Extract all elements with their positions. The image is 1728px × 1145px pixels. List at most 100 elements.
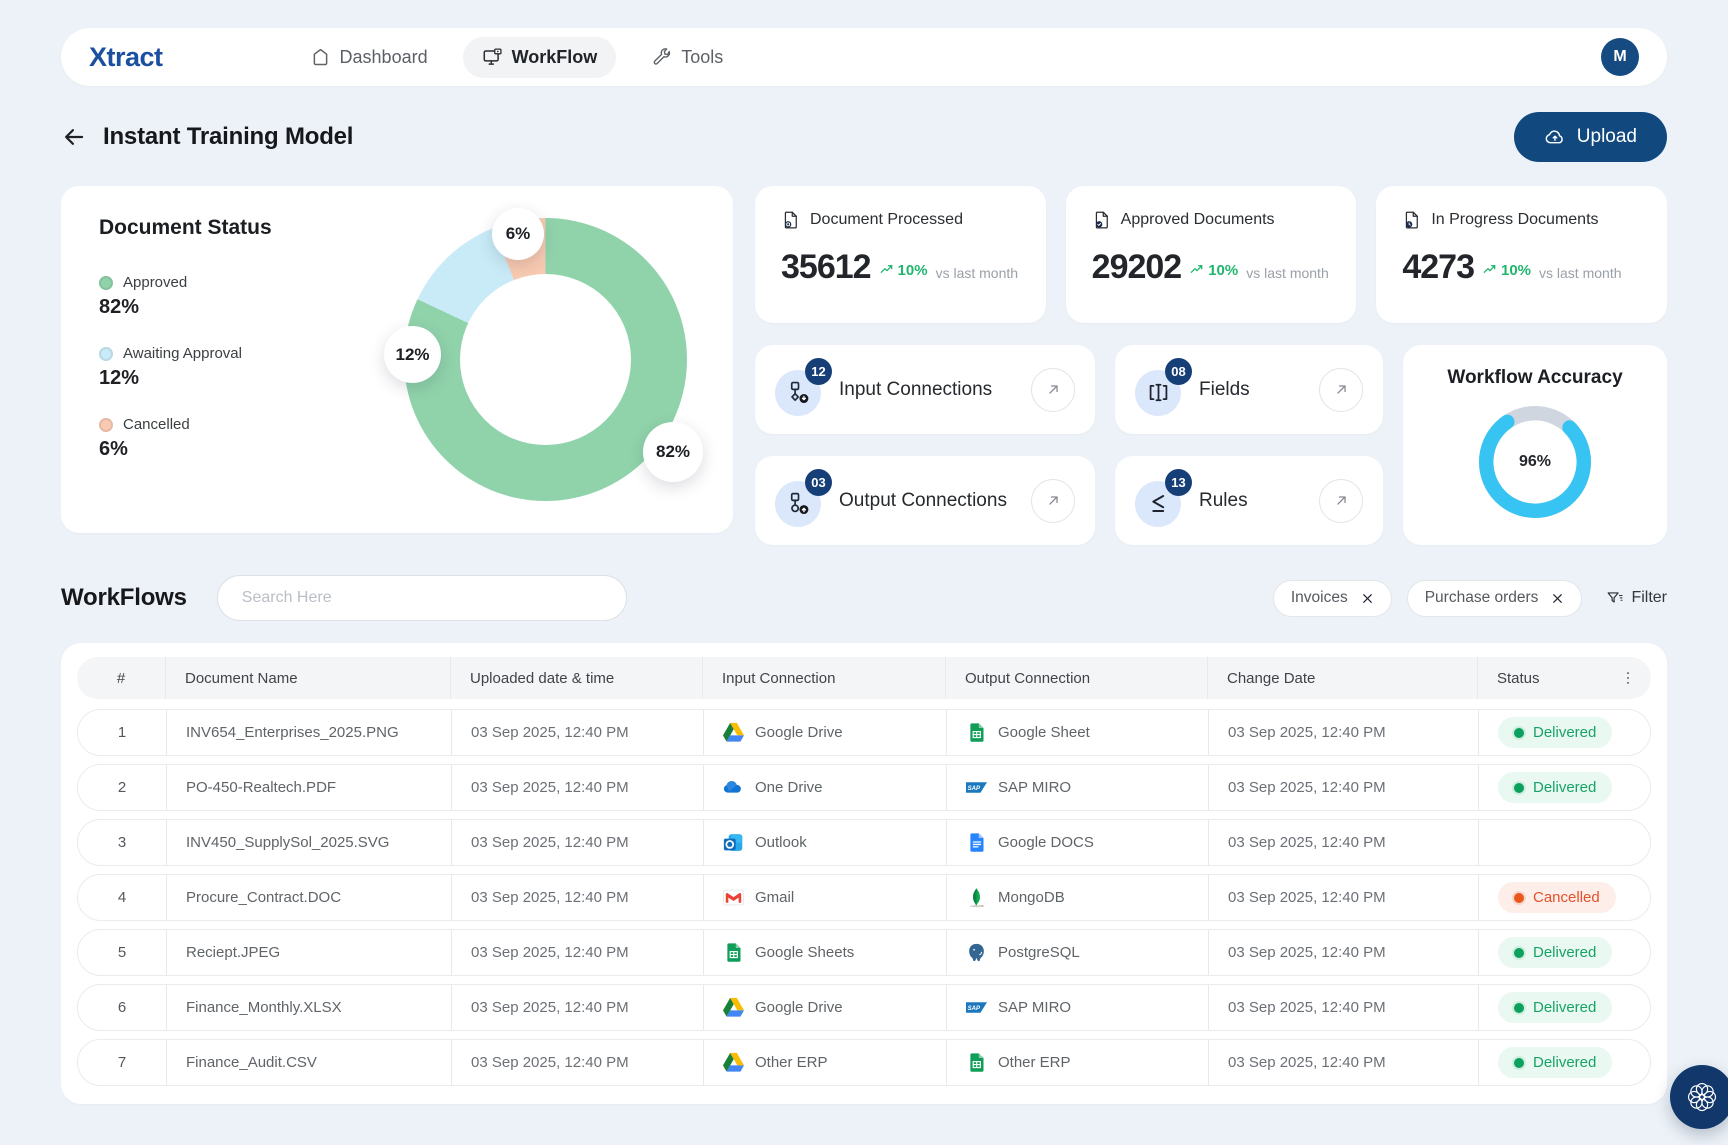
close-icon[interactable] — [1361, 592, 1374, 605]
status-badge: Delivered — [1498, 992, 1612, 1023]
rules-open-button[interactable] — [1319, 479, 1363, 523]
svg-text:SAP: SAP — [968, 1006, 981, 1012]
table-row[interactable]: 2 PO-450-Realtech.PDF 03 Sep 2025, 12:40… — [77, 764, 1651, 811]
workflow-page: Xtract Dashboard WorkFlow Tools M Instan… — [0, 28, 1728, 1104]
status-badge: Delivered — [1498, 1047, 1612, 1078]
close-icon[interactable] — [1551, 592, 1564, 605]
workflow-accuracy-card: Workflow Accuracy 96% — [1403, 345, 1667, 545]
output-connection-icon: SAP — [966, 777, 987, 798]
document-name: PO-450-Realtech.PDF — [166, 765, 451, 810]
uploaded-date: 03 Sep 2025, 12:40 PM — [451, 875, 703, 920]
table-row[interactable]: 3 INV450_SupplySol_2025.SVG 03 Sep 2025,… — [77, 819, 1651, 866]
column-header-num: # — [77, 657, 165, 699]
row-number: 7 — [78, 1040, 166, 1085]
page-title: Instant Training Model — [103, 123, 353, 151]
quick-cards-row: 12 Input Connections 03 Output Connectio… — [755, 345, 1667, 545]
fields-icon — [1146, 380, 1171, 405]
uploaded-date: 03 Sep 2025, 12:40 PM — [451, 985, 703, 1030]
input-connections-count: 12 — [805, 358, 832, 385]
filter-chip-invoices[interactable]: Invoices — [1273, 580, 1392, 617]
rules-icon — [1146, 491, 1171, 516]
uploaded-date: 03 Sep 2025, 12:40 PM — [451, 820, 703, 865]
home-icon — [310, 47, 331, 68]
change-date: 03 Sep 2025, 12:40 PM — [1208, 930, 1478, 975]
filter-chip-purchase-orders[interactable]: Purchase orders — [1407, 580, 1583, 617]
column-header-status: Status — [1477, 657, 1651, 699]
output-connection-label: Google DOCS — [998, 834, 1094, 851]
quick-card-label: Rules — [1199, 490, 1248, 512]
output-connection-icon — [966, 942, 987, 963]
output-connections-icon — [786, 491, 811, 516]
nav-item-label: WorkFlow — [512, 47, 598, 68]
arrow-up-right-icon — [1045, 381, 1062, 398]
status-badge: Delivered — [1498, 937, 1612, 968]
svg-text:mongoDB: mongoDB — [970, 904, 983, 908]
nav-item-label: Dashboard — [340, 47, 428, 68]
upload-button[interactable]: Upload — [1514, 112, 1667, 162]
stats-row: Document Processed 35612 10% vs last mon… — [755, 186, 1667, 323]
approved-dot — [99, 276, 113, 290]
change-date: 03 Sep 2025, 12:40 PM — [1208, 875, 1478, 920]
output-connection-label: MongoDB — [998, 889, 1065, 906]
status-dot — [1514, 783, 1524, 793]
stat-delta: 10% — [898, 262, 928, 279]
document-inprogress-icon — [1402, 210, 1422, 230]
nav-item-workflow[interactable]: WorkFlow — [463, 37, 617, 78]
stat-label: Approved Documents — [1121, 211, 1275, 229]
avatar[interactable]: M — [1601, 38, 1639, 76]
back-arrow-icon[interactable] — [61, 124, 87, 150]
svg-text:SAP: SAP — [968, 786, 981, 792]
workflows-header: WorkFlows Invoices Purchase orders Filte… — [61, 575, 1667, 621]
table-row[interactable]: 5 Reciept.JPEG 03 Sep 2025, 12:40 PM Goo… — [77, 929, 1651, 976]
donut-label-awaiting: 12% — [384, 326, 441, 383]
filter-funnel-icon — [1605, 589, 1624, 608]
status-badge: Delivered — [1498, 717, 1612, 748]
top-navbar: Xtract Dashboard WorkFlow Tools M — [61, 28, 1667, 86]
filter-button[interactable]: Filter — [1605, 589, 1667, 608]
status-badge: Cancelled — [1498, 882, 1616, 913]
row-number: 3 — [78, 820, 166, 865]
awaiting-dot — [99, 347, 113, 361]
trend-up-icon — [1189, 262, 1205, 278]
table-row[interactable]: 4 Procure_Contract.DOC 03 Sep 2025, 12:4… — [77, 874, 1651, 921]
floating-action-button[interactable] — [1670, 1065, 1728, 1129]
status-dot — [1514, 1058, 1524, 1068]
stat-card-approved: Approved Documents 29202 10% vs last mon… — [1066, 186, 1357, 323]
input-connection-icon — [723, 887, 744, 908]
input-connections-open-button[interactable] — [1031, 368, 1075, 412]
table-row[interactable]: 7 Finance_Audit.CSV 03 Sep 2025, 12:40 P… — [77, 1039, 1651, 1086]
document-name: Finance_Monthly.XLSX — [166, 985, 451, 1030]
table-row[interactable]: 6 Finance_Monthly.XLSX 03 Sep 2025, 12:4… — [77, 984, 1651, 1031]
output-connection-label: SAP MIRO — [998, 779, 1071, 796]
column-header-uploaded: Uploaded date & time — [450, 657, 702, 699]
document-name: Finance_Audit.CSV — [166, 1040, 451, 1085]
output-connections-open-button[interactable] — [1031, 479, 1075, 523]
output-connection-label: Other ERP — [998, 1054, 1071, 1071]
table-row[interactable]: 1 INV654_Enterprises_2025.PNG 03 Sep 202… — [77, 709, 1651, 756]
document-processed-icon — [781, 210, 801, 230]
document-name: Procure_Contract.DOC — [166, 875, 451, 920]
nav-item-dashboard[interactable]: Dashboard — [291, 37, 447, 78]
main-grid: Document Status Approved 82% Awaiting Ap… — [61, 186, 1667, 545]
wrench-icon — [651, 47, 672, 68]
stat-delta: 10% — [1501, 262, 1531, 279]
output-connection-icon — [966, 722, 987, 743]
filter-label: Filter — [1631, 589, 1667, 607]
cancelled-dot — [99, 418, 113, 432]
fields-open-button[interactable] — [1319, 368, 1363, 412]
brand-logo: Xtract — [89, 42, 163, 73]
stat-value: 35612 — [781, 248, 871, 287]
output-connection-label: SAP MIRO — [998, 999, 1071, 1016]
nav-item-tools[interactable]: Tools — [632, 37, 742, 78]
accuracy-title: Workflow Accuracy — [1447, 367, 1622, 389]
search-input[interactable] — [217, 575, 627, 621]
cloud-upload-icon — [1544, 126, 1566, 148]
kebab-menu-icon[interactable] — [1619, 669, 1637, 687]
input-connection-label: Google Drive — [755, 999, 843, 1016]
accuracy-donut: 96% — [1474, 401, 1596, 523]
input-connection-label: Outlook — [755, 834, 807, 851]
donut-label-approved: 82% — [643, 422, 703, 482]
output-connection-icon — [966, 832, 987, 853]
stat-compare: vs last month — [1246, 265, 1328, 281]
output-connection-icon — [966, 1052, 987, 1073]
